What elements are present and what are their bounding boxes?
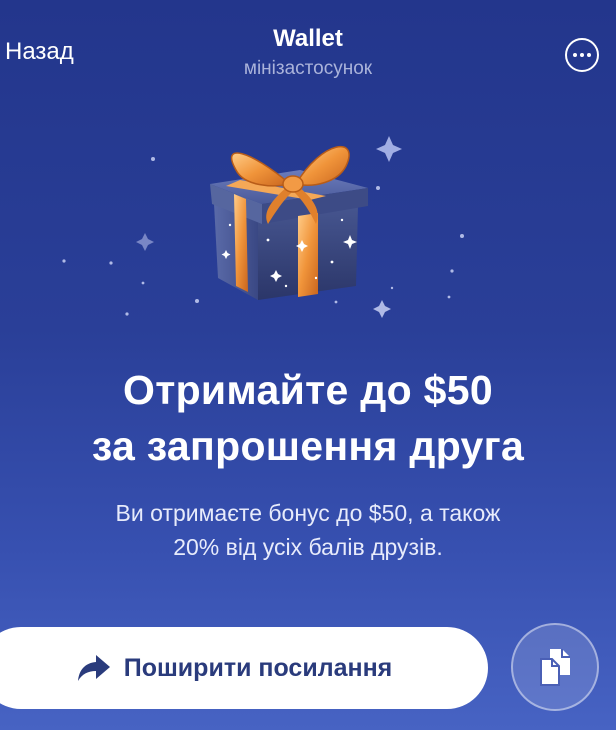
- share-link-label: Поширити посилання: [123, 653, 393, 682]
- headline-line-2: за запрошення друга: [91, 423, 525, 469]
- app-subtitle: мінізастосунок: [243, 58, 373, 79]
- app-title: Wallet: [273, 25, 343, 52]
- description-line-1: Ви отримаєте бонус до $50, а також: [115, 500, 501, 526]
- more-options-button[interactable]: [565, 38, 599, 72]
- gift-illustration: [0, 100, 616, 340]
- top-bar: Назад Wallet мінізастосунок: [0, 0, 616, 100]
- description: Ви отримаєте бонус до $50, а також 20% в…: [0, 496, 616, 564]
- title-block: Wallet мінізастосунок: [0, 24, 616, 82]
- more-horizontal-icon: [573, 53, 591, 57]
- headline-line-1: Отримайте до $50: [123, 367, 493, 413]
- description-line-2: 20% від усіх балів друзів.: [173, 534, 443, 560]
- copy-icon: [538, 647, 572, 687]
- headline: Отримайте до $50 за запрошення друга: [0, 362, 616, 474]
- gift-box-icon: [62, 136, 464, 318]
- share-link-button[interactable]: Поширити посилання: [0, 627, 488, 709]
- copy-link-button[interactable]: [511, 623, 599, 711]
- share-arrow-icon: [76, 653, 112, 683]
